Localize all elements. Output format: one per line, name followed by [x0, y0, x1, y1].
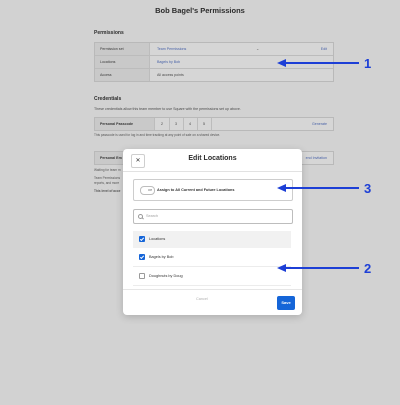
waiting-text: Waiting for team m	[94, 168, 121, 172]
credentials-heading: Credentials	[94, 96, 122, 102]
location-search-input[interactable]: Search	[133, 209, 293, 224]
location-name: Bagels by Bob	[149, 255, 174, 259]
location-checkbox[interactable]	[139, 254, 145, 260]
cancel-button[interactable]: Cancel	[196, 297, 208, 301]
locations-label: Locations	[95, 56, 150, 68]
annotation-number-3: 3	[364, 181, 372, 196]
arrow-shaft	[285, 187, 359, 189]
annotation-number-2: 2	[364, 261, 372, 276]
location-checkbox[interactable]	[139, 273, 145, 279]
assign-all-toggle[interactable]: Off	[140, 186, 155, 195]
credentials-description: These credentials allow this team member…	[94, 107, 241, 111]
arrow-shaft	[285, 267, 359, 269]
locations-header-row[interactable]: Locations	[133, 231, 291, 248]
reports-text: reports, and more	[94, 181, 120, 185]
access-row: Access All access points	[95, 69, 333, 81]
passcode-note: This passcode is used for log in and tim…	[94, 133, 221, 137]
generate-passcode-link[interactable]: Generate	[312, 118, 327, 130]
passcode-digit: 4	[183, 118, 198, 130]
assign-all-locations-box: Off Assign to All Current and Future Loc…	[133, 179, 293, 201]
toggle-state-label: Off	[148, 188, 152, 192]
modal-title: Edit Locations	[188, 155, 237, 162]
location-row-bagels-by-bob[interactable]: Bagels by Bob	[133, 249, 291, 267]
permission-set-row[interactable]: Permission set Team Permissions ⌄ Edit	[95, 43, 333, 56]
save-button[interactable]: Save	[277, 296, 295, 310]
location-row-doughnuts-by-doug[interactable]: Doughnuts by Doug	[133, 268, 291, 286]
permissions-heading: Permissions	[94, 30, 124, 36]
passcode-row: Personal Passcode 2 3 4 5 Generate	[94, 117, 334, 131]
passcode-digit: 5	[197, 118, 212, 130]
access-level-text: This level of acce	[94, 189, 121, 193]
locations-value[interactable]: Bagels by Bob	[157, 56, 180, 68]
permission-set-label: Permission set	[95, 43, 150, 55]
access-value: All access points	[157, 73, 184, 77]
access-label: Access	[95, 69, 150, 81]
select-all-locations-checkbox[interactable]	[139, 236, 145, 242]
locations-header-label: Locations	[149, 237, 166, 241]
assign-all-label: Assign to All Current and Future Locatio…	[157, 188, 235, 192]
permission-set-value[interactable]: Team Permissions	[157, 43, 186, 55]
arrow-shaft	[285, 62, 359, 64]
annotation-number-1: 1	[364, 56, 372, 71]
page-title: Bob Bagel's Permissions	[155, 6, 245, 15]
search-placeholder: Search	[146, 214, 159, 218]
team-permissions-text: Team Permissions	[94, 176, 121, 180]
passcode-label: Personal Passcode	[95, 118, 155, 130]
passcode-digit: 3	[169, 118, 184, 130]
modal-divider	[123, 171, 302, 172]
passcode-digit: 2	[155, 118, 170, 130]
modal-footer-divider	[123, 289, 302, 290]
search-icon	[138, 214, 143, 219]
send-invitation-link[interactable]: end Invitation	[306, 152, 327, 164]
edit-locations-modal: ✕ Edit Locations Off Assign to All Curre…	[123, 149, 302, 315]
edit-permission-link[interactable]: Edit	[321, 43, 327, 55]
location-name: Doughnuts by Doug	[149, 274, 183, 278]
chevron-down-icon[interactable]: ⌄	[256, 43, 259, 55]
